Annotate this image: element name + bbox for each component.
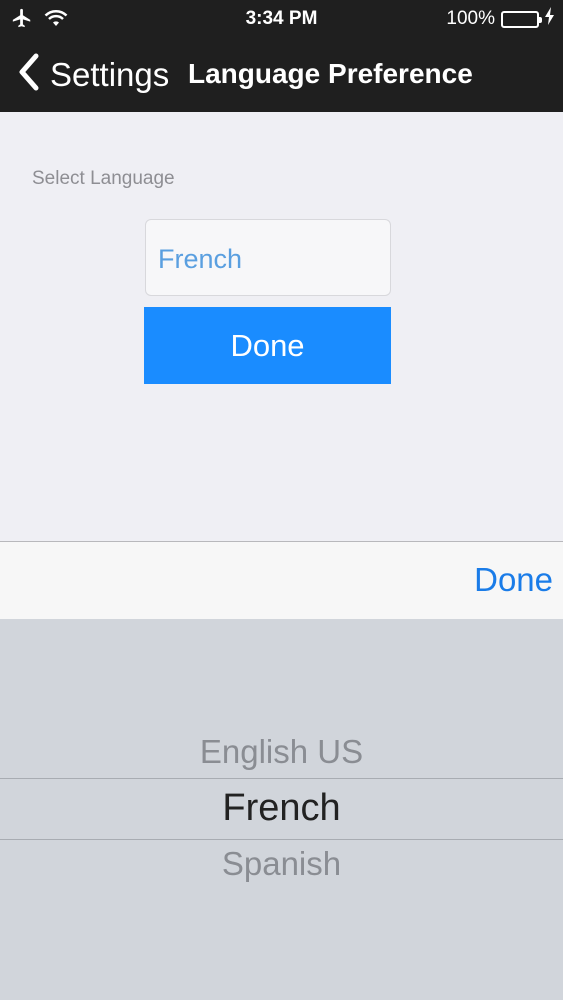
battery-percent: 100% <box>446 8 495 29</box>
back-label: Settings <box>50 55 170 93</box>
status-bar: 3:34 PM 100% <box>0 0 563 36</box>
battery-icon <box>501 10 542 28</box>
navigation-bar: Settings Language Preference <box>0 44 563 106</box>
page-title: Language Preference <box>188 58 473 89</box>
picker-done-button[interactable]: Done <box>474 561 553 599</box>
select-language-label: Select Language <box>32 168 175 189</box>
back-button[interactable]: Settings <box>12 52 169 97</box>
status-right: 100% <box>446 7 555 31</box>
chevron-left-icon <box>12 52 46 97</box>
done-button[interactable]: Done <box>144 307 391 384</box>
language-field-value: French <box>158 244 243 274</box>
picker-option-spanish[interactable]: Spanish <box>0 845 563 883</box>
picker-toolbar: Done <box>0 541 563 619</box>
top-bar: 3:34 PM 100% Settings Language Preferenc… <box>0 0 563 112</box>
language-picker[interactable]: English US French Spanish <box>0 619 563 1000</box>
picker-selection-top-line <box>0 778 563 779</box>
picker-option-english-us[interactable]: English US <box>0 733 563 771</box>
picker-selection-bottom-line <box>0 839 563 840</box>
language-field[interactable]: French <box>145 219 391 296</box>
picker-option-french[interactable]: French <box>0 787 563 830</box>
charging-bolt-icon <box>545 7 555 31</box>
